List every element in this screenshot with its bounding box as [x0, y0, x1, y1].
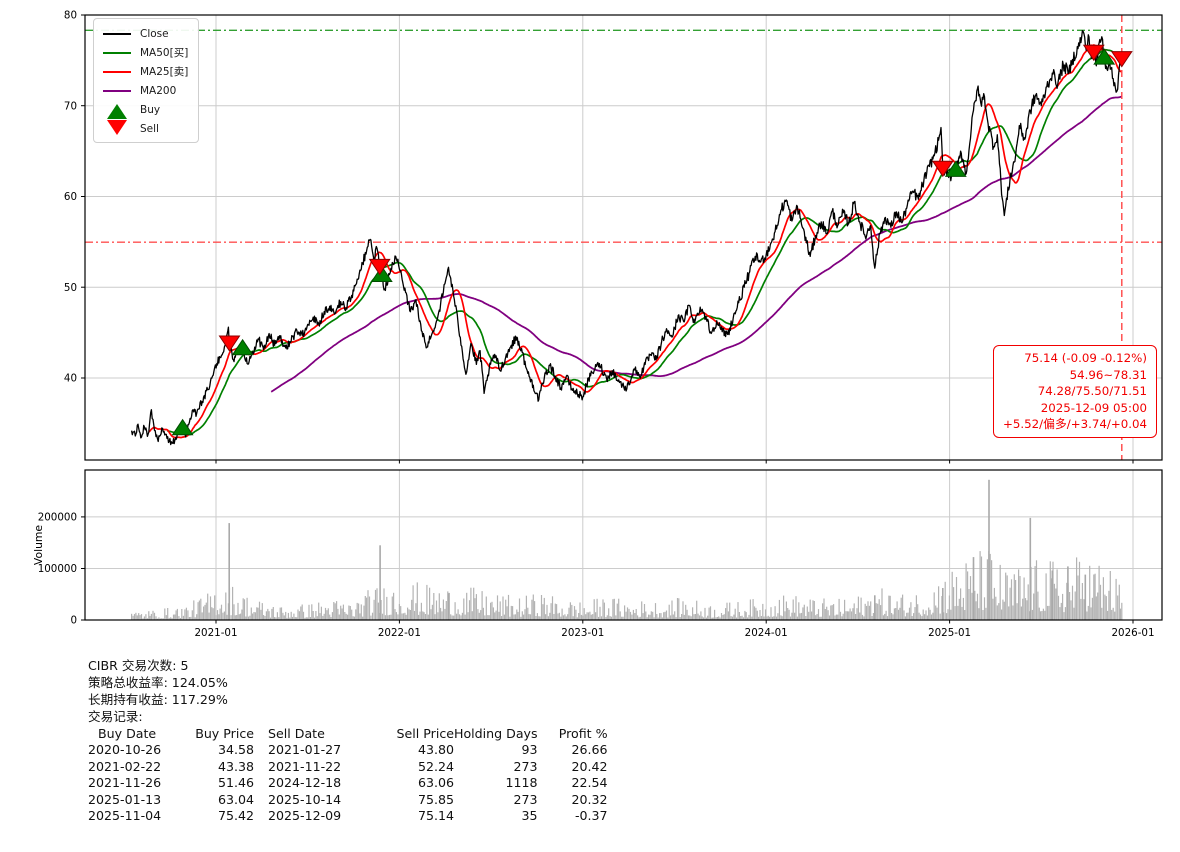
trade-cell: 20.42: [571, 758, 608, 774]
trade-cell: 2021-11-22: [268, 758, 342, 774]
trade-cell: 1118: [505, 775, 538, 791]
annotation-line-3: 74.28/75.50/71.51: [1037, 384, 1147, 399]
trade-cell: 22.54: [571, 775, 608, 791]
line-swatch-icon: [103, 70, 131, 73]
legend-marker-swatch: [102, 103, 132, 119]
volume-axis-title: Volume: [32, 525, 45, 566]
line-swatch-icon: [103, 89, 131, 92]
legend-label: MA50[买]: [140, 47, 189, 59]
trade-cell: 2025-01-13: [88, 791, 162, 807]
x-tick-label: 2023-01: [561, 627, 604, 639]
trade-cell: 273: [513, 758, 538, 774]
legend-item-ma200: MA200: [102, 81, 188, 100]
x-tick-label: 2025-01: [928, 627, 971, 639]
trade-row: 2025-01-13 63.04 2025-10-14 75.85 273 20.32: [88, 792, 608, 808]
annotation-line-4: 2025-12-09 05:00: [1040, 400, 1147, 415]
close-line: [130, 29, 1123, 446]
trade-cell: 52.24: [417, 758, 454, 774]
y-tick-label: 50: [64, 282, 77, 294]
legend-label: Close: [140, 27, 169, 40]
trade-col-header: Sell Price: [396, 726, 454, 741]
buy-triangle-icon: [107, 103, 127, 119]
trade-cell: 273: [513, 791, 538, 807]
x-tick-label: 2022-01: [378, 627, 421, 639]
trade-cell: 75.85: [417, 791, 454, 807]
x-tick-label: 2021-01: [194, 627, 237, 639]
trade-table: Buy Date Buy Price Sell Date Sell Price Hold…: [88, 726, 608, 824]
trade-cell: 2025-10-14: [268, 791, 342, 807]
trade-cell: 75.14: [417, 808, 454, 824]
legend-line-swatch: [102, 70, 132, 73]
trade-cell: 2020-10-26: [88, 742, 162, 758]
trade-cell: 43.80: [417, 742, 454, 758]
summary-line-3: 长期持有收益: 117.29%: [88, 692, 228, 707]
legend-line-swatch: [102, 51, 132, 54]
price-annotation-box: 75.14 (-0.09 -0.12%) 54.96~78.31 74.28/75.…: [993, 345, 1157, 438]
trade-cell: 51.46: [217, 775, 254, 791]
trade-row: 2025-11-04 75.42 2025-12-09 75.14 35 -0.37: [88, 808, 608, 824]
legend-item-ma50: MA50[买]: [102, 43, 188, 62]
grid-lines: [85, 14, 1162, 621]
trade-cell: 2025-11-04: [88, 808, 162, 824]
trade-col-header: Buy Price: [195, 726, 254, 741]
legend-label: Sell: [140, 122, 159, 135]
trade-cell: -0.37: [574, 808, 608, 824]
volume-tick-label: 0: [70, 615, 77, 627]
summary-line-2: 策略总收益率: 124.05%: [88, 675, 228, 690]
trading-chart-page: 40 50 60 70 80 0 100000 200000 2021-01 2022-01 202…: [0, 0, 1180, 852]
x-tick-label: 2026-01: [1111, 627, 1154, 639]
trade-col-header: Sell Date: [268, 726, 325, 741]
trade-cell: 2021-01-27: [268, 742, 342, 758]
trade-cell: 63.06: [417, 775, 454, 791]
y-tick-label: 70: [64, 100, 77, 112]
trade-col-header: Profit %: [558, 726, 608, 741]
x-tick-label: 2024-01: [745, 627, 788, 639]
legend: Close MA50[买] MA25[卖] MA200 Buy Sell: [93, 18, 200, 143]
legend-item-ma25: MA25[卖]: [102, 62, 188, 81]
trade-cell: 35: [521, 808, 538, 824]
legend-item-buy: Buy: [102, 100, 188, 119]
legend-line-swatch: [102, 32, 132, 35]
trade-cell: 2021-02-22: [88, 758, 162, 774]
trade-cell: 2024-12-18: [268, 775, 342, 791]
legend-label: MA25[卖]: [140, 66, 189, 78]
y-tick-label: 40: [64, 373, 77, 385]
trade-cell: 63.04: [217, 791, 254, 807]
legend-marker-swatch: [102, 119, 132, 135]
trade-cell: 34.58: [217, 742, 254, 758]
trade-cell: 93: [521, 742, 538, 758]
summary-lines: CIBR 交易次数: 5 策略总收益率: 124.05% 长期持有收益: 117.2…: [88, 657, 608, 725]
trade-cell: 75.42: [217, 808, 254, 824]
trade-row: 2020-10-26 34.58 2021-01-27 43.80 93 26.66: [88, 742, 608, 758]
volume-spike-bars: [228, 479, 1087, 620]
trade-row: 2021-11-26 51.46 2024-12-18 63.06 1118 22.54: [88, 775, 608, 791]
legend-label: Buy: [140, 103, 161, 116]
line-swatch-icon: [103, 51, 131, 54]
strategy-summary: CIBR 交易次数: 5 策略总收益率: 124.05% 长期持有收益: 117.2…: [88, 657, 608, 824]
annotation-line-1: 75.14 (-0.09 -0.12%): [1024, 351, 1147, 365]
trade-cell: 43.38: [217, 758, 254, 774]
tick-marks: [81, 14, 1134, 624]
legend-item-close: Close: [102, 24, 188, 43]
trade-table-header: Buy Date Buy Price Sell Date Sell Price Hold…: [88, 726, 608, 742]
summary-line-4: 交易记录:: [88, 709, 143, 724]
trade-cell: 2021-11-26: [88, 775, 162, 791]
trade-col-header: Holding Days: [454, 726, 538, 741]
trade-cell: 20.32: [571, 791, 608, 807]
legend-label: MA200: [140, 84, 177, 97]
sell-triangle-icon: [107, 119, 127, 135]
summary-line-1: CIBR 交易次数: 5: [88, 658, 189, 673]
trade-cell: 2025-12-09: [268, 808, 342, 824]
legend-line-swatch: [102, 89, 132, 92]
trade-row: 2021-02-22 43.38 2021-11-22 52.24 273 20.42: [88, 759, 608, 775]
volume-tick-label: 200000: [38, 512, 77, 524]
y-tick-label: 80: [64, 10, 77, 22]
line-swatch-icon: [103, 32, 131, 35]
y-tick-label: 60: [64, 191, 77, 203]
annotation-line-2: 54.96~78.31: [1069, 367, 1147, 382]
trade-cell: 26.66: [571, 742, 608, 758]
legend-item-sell: Sell: [102, 119, 188, 138]
annotation-line-5: +5.52/偏多/+3.74/+0.04: [1003, 417, 1147, 432]
trade-col-header: Buy Date: [98, 726, 157, 741]
